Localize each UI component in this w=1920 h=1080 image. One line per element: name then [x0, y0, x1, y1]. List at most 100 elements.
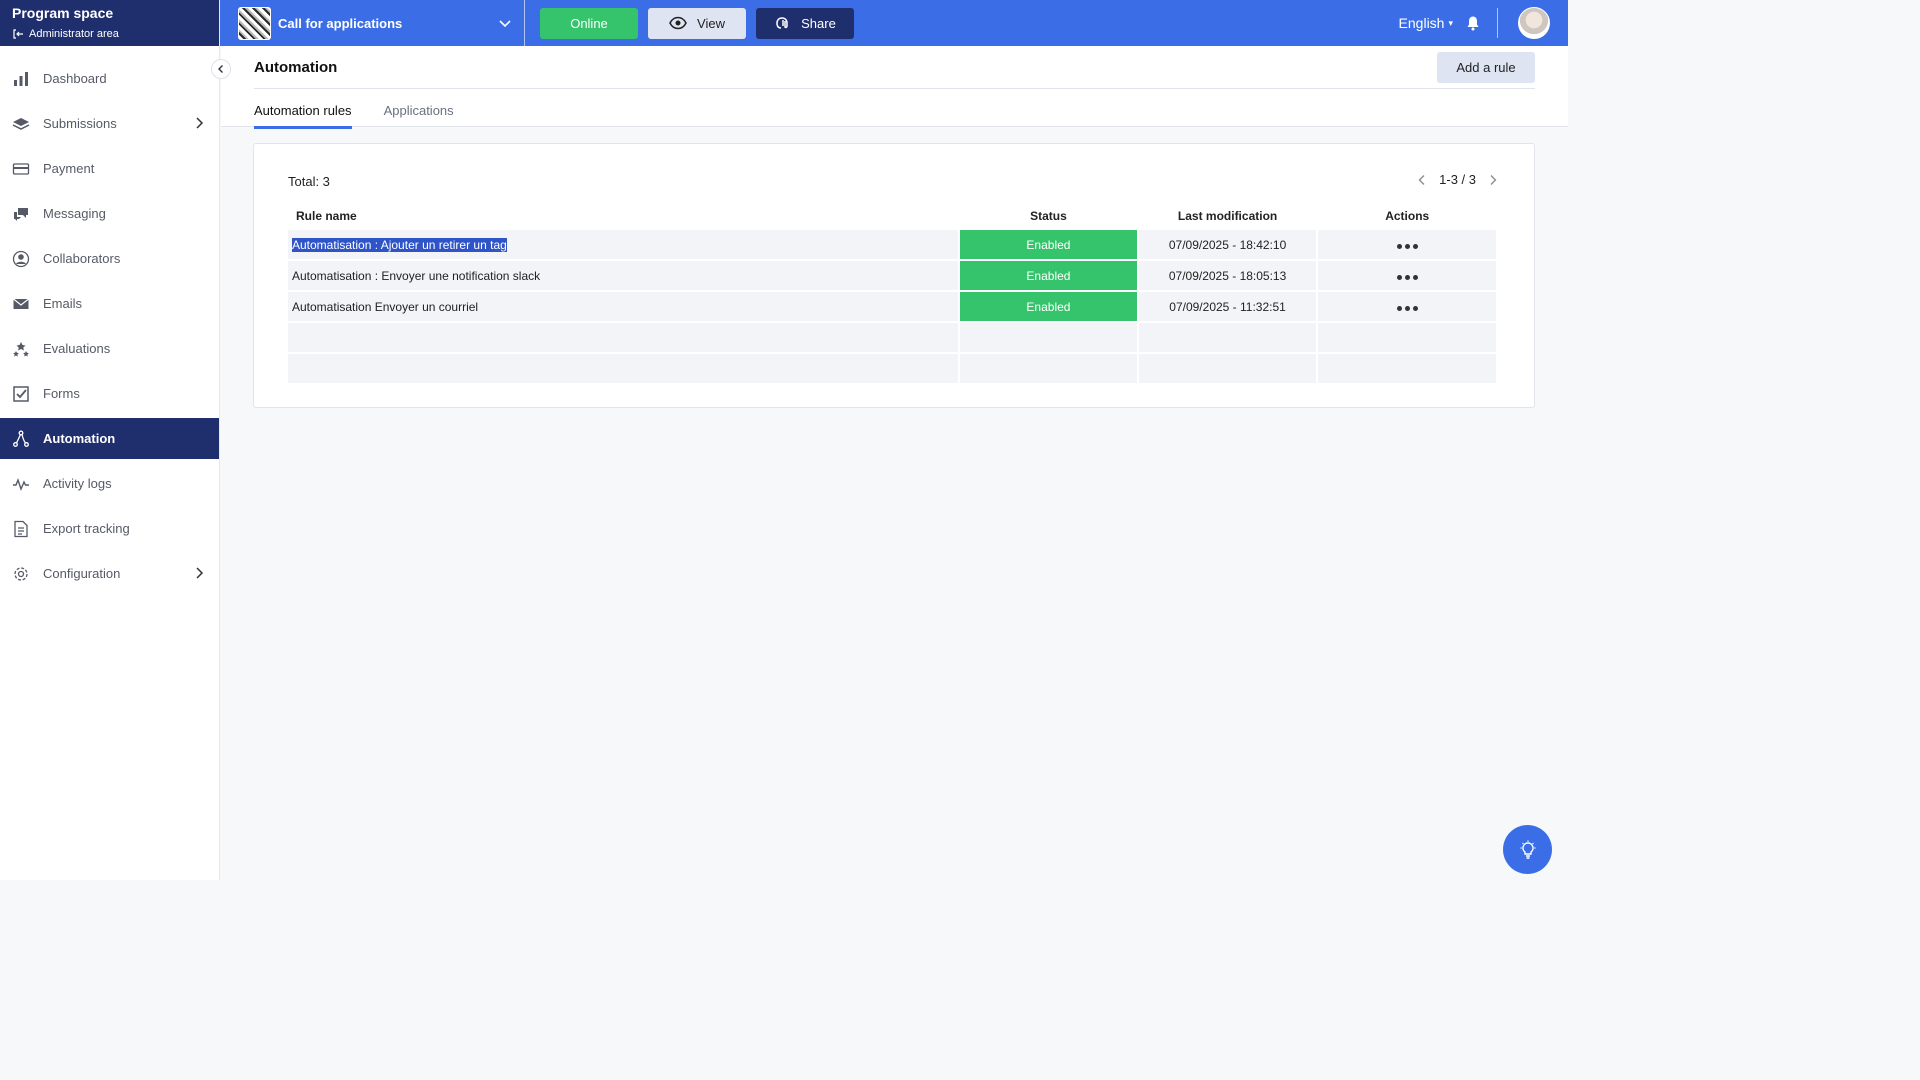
column-header-actions: Actions [1385, 209, 1430, 223]
brand-subtitle: Administrator area [29, 28, 119, 40]
total-count: Total: 3 [288, 174, 330, 189]
share-icon [776, 17, 788, 29]
pagination-label: 1-3 / 3 [1439, 172, 1476, 187]
rule-name: Automatisation : Ajouter un retirer un t… [292, 237, 507, 252]
sidebar-item-label: Payment [43, 161, 95, 176]
chevron-right-icon [196, 117, 204, 129]
chevron-right-icon[interactable] [1488, 174, 1498, 186]
chat-icon [12, 205, 30, 223]
sidebar-item-configuration[interactable]: Configuration [0, 551, 219, 596]
column-header-rule-name[interactable]: Rule name [288, 204, 958, 228]
rule-name-cell[interactable]: Automatisation : Envoyer une notificatio… [288, 261, 959, 290]
envelope-icon [12, 295, 30, 313]
top-bar: Call for applications Online View Share … [220, 0, 1568, 46]
layers-icon [12, 115, 30, 133]
online-label: Online [570, 15, 608, 31]
credit-card-icon [12, 160, 30, 178]
rule-name-cell[interactable]: Automatisation Envoyer un courriel [288, 292, 959, 321]
divider [254, 88, 1535, 89]
tabs: Automation rules Applications [254, 103, 454, 129]
rule-name: Automatisation : Envoyer une notificatio… [292, 268, 541, 283]
last-modification-cell: 07/09/2025 - 11:32:51 [1138, 292, 1317, 321]
program-selector[interactable]: Call for applications [220, 0, 525, 46]
chevron-right-icon [196, 567, 204, 579]
pagination: 1-3 / 3 [1417, 172, 1498, 187]
sidebar-item-export-tracking[interactable]: Export tracking [0, 506, 219, 551]
column-header-status[interactable]: Status [960, 204, 1137, 228]
actions-cell [1318, 261, 1496, 290]
online-button[interactable]: Online [540, 7, 638, 39]
empty-cell [288, 354, 959, 383]
sidebar-item-label: Collaborators [43, 251, 121, 266]
status-badge: Enabled [960, 230, 1137, 259]
language-label: English [1398, 15, 1445, 31]
actions-cell [1318, 292, 1496, 321]
sidebar-item-evaluations[interactable]: Evaluations [0, 326, 219, 371]
stars-icon [12, 340, 30, 358]
rules-card: Total: 3 1-3 / 3 Rule name Status Last m… [253, 143, 1535, 408]
sidebar-item-messaging[interactable]: Messaging [0, 191, 219, 236]
automation-icon [12, 430, 30, 448]
empty-cell [1138, 354, 1317, 383]
sidebar-item-dashboard[interactable]: Dashboard [0, 56, 219, 101]
empty-table-row [288, 354, 1496, 383]
sidebar-item-payment[interactable]: Payment [0, 146, 219, 191]
last-modification-cell: 07/09/2025 - 18:05:13 [1138, 261, 1317, 290]
table-header-row: Rule name Status Last modification Actio… [288, 204, 1496, 228]
rule-name-cell[interactable]: Automatisation : Ajouter un retirer un t… [288, 230, 959, 259]
bell-icon[interactable] [1465, 15, 1481, 31]
add-rule-label: Add a rule [1456, 60, 1516, 75]
last-modification-cell: 07/09/2025 - 18:42:10 [1138, 230, 1317, 259]
sidebar-item-activity-logs[interactable]: Activity logs [0, 461, 219, 506]
tab-automation-rules[interactable]: Automation rules [254, 103, 352, 129]
sidebar-item-label: Export tracking [43, 521, 130, 536]
rule-name: Automatisation Envoyer un courriel [292, 299, 479, 314]
checkbox-icon [12, 385, 30, 403]
sidebar-item-collaborators[interactable]: Collaborators [0, 236, 219, 281]
chevron-left-icon [218, 65, 223, 73]
sidebar-item-emails[interactable]: Emails [0, 281, 219, 326]
sidebar-item-forms[interactable]: Forms [0, 371, 219, 416]
more-options-icon[interactable] [1396, 243, 1418, 249]
sidebar-item-label: Activity logs [43, 476, 112, 491]
page-title: Automation [254, 59, 338, 76]
status-badge: Enabled [960, 261, 1137, 290]
sidebar-item-submissions[interactable]: Submissions [0, 101, 219, 146]
sidebar-nav: Dashboard Submissions Payment Messaging … [0, 56, 219, 596]
share-button[interactable]: Share [756, 7, 854, 39]
administrator-area-link[interactable]: Administrator area [12, 26, 207, 42]
brand-title: Program space [12, 5, 114, 21]
exit-icon [13, 29, 23, 39]
actions-cell [1318, 230, 1496, 259]
language-selector[interactable]: English ▾ [1399, 15, 1453, 31]
more-options-icon[interactable] [1396, 305, 1418, 311]
view-button[interactable]: View [648, 7, 746, 39]
add-rule-button[interactable]: Add a rule [1437, 52, 1535, 83]
caret-down-icon: ▾ [1448, 17, 1453, 28]
sidebar-item-label: Forms [43, 386, 80, 401]
program-thumbnail [238, 6, 271, 40]
pulse-icon [12, 475, 30, 493]
lightbulb-icon [1520, 840, 1535, 859]
sidebar-item-label: Submissions [43, 116, 117, 131]
column-header-last-modification[interactable]: Last modification [1139, 204, 1317, 228]
view-label: View [697, 15, 725, 31]
chevron-down-icon [499, 20, 511, 28]
rules-table: Rule name Status Last modification Actio… [286, 202, 1498, 385]
more-options-icon[interactable] [1396, 274, 1418, 280]
document-icon [12, 520, 30, 538]
sidebar-item-automation[interactable]: Automation [0, 418, 219, 459]
avatar[interactable] [1518, 7, 1550, 39]
collapse-sidebar-button[interactable] [211, 59, 231, 79]
table-row[interactable]: Automatisation Envoyer un courriel Enabl… [288, 292, 1496, 321]
tab-applications[interactable]: Applications [384, 103, 454, 129]
chevron-left-icon[interactable] [1417, 174, 1427, 186]
empty-cell [1318, 354, 1496, 383]
program-name: Call for applications [278, 15, 403, 31]
help-tips-button[interactable] [1503, 825, 1552, 874]
page-header: Automation Add a rule Automation rules A… [221, 46, 1568, 129]
table-row[interactable]: Automatisation : Envoyer une notificatio… [288, 261, 1496, 290]
sidebar-item-label: Dashboard [43, 71, 107, 86]
sidebar-item-label: Configuration [43, 566, 121, 581]
table-row[interactable]: Automatisation : Ajouter un retirer un t… [288, 230, 1496, 259]
